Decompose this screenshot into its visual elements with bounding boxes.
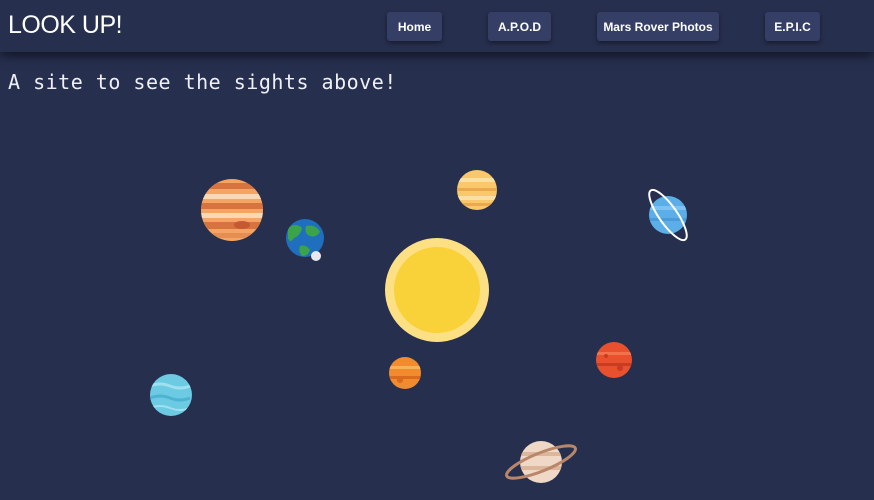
nav-epic-button[interactable]: E.P.I.C	[765, 12, 820, 41]
nav-apod-button[interactable]: A.P.O.D	[488, 12, 551, 41]
uranus-planet-icon	[648, 188, 688, 242]
sun-planet-icon	[385, 238, 489, 342]
solar-system-illustration	[150, 170, 688, 483]
neptune-planet-icon	[150, 374, 192, 416]
mercury-planet-icon	[389, 357, 421, 389]
mars-planet-icon	[596, 342, 632, 378]
site-logo-title[interactable]: LOOK UP!	[8, 11, 123, 40]
saturn-planet-icon	[505, 441, 577, 483]
nav-home-button[interactable]: Home	[387, 12, 442, 41]
nav-mars-rover-photos-button[interactable]: Mars Rover Photos	[597, 12, 719, 41]
venus-planet-icon	[457, 170, 497, 210]
jupiter-planet-icon	[201, 179, 263, 241]
top-navbar: LOOK UP! Home A.P.O.D Mars Rover Photos …	[0, 0, 874, 52]
earth-planet-icon	[286, 219, 324, 261]
